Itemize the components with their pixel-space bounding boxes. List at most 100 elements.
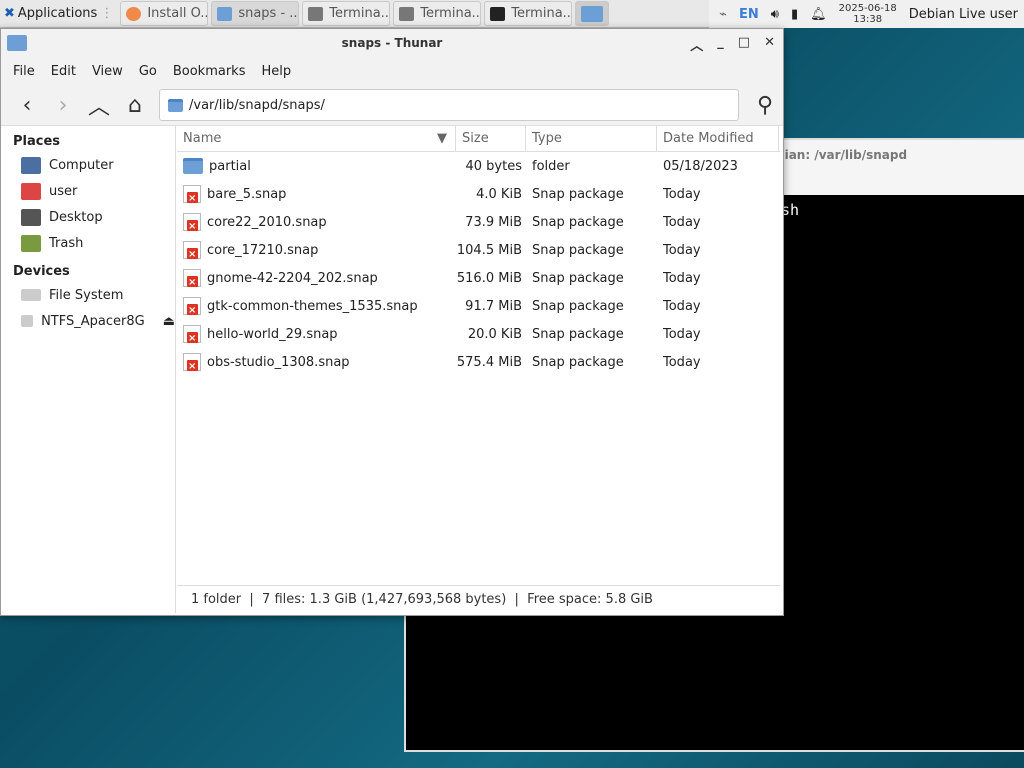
back-button[interactable]: ‹	[11, 89, 43, 121]
file-type: Snap package	[532, 354, 624, 370]
file-name: bare_5.snap	[177, 185, 456, 204]
up-button[interactable]: ︿	[83, 89, 115, 121]
file-size: 73.9 MiB	[465, 214, 522, 230]
menu-edit[interactable]: Edit	[43, 64, 84, 79]
menu-help[interactable]: Help	[253, 64, 299, 79]
snap-file-icon	[183, 269, 201, 288]
column-size[interactable]: Size	[456, 126, 526, 151]
task-thunar[interactable]: snaps - ...	[211, 1, 300, 26]
file-name-label: core22_2010.snap	[207, 214, 327, 230]
file-row[interactable]: gnome-42-2204_202.snap 516.0 MiB Snap pack…	[177, 264, 780, 292]
file-row[interactable]: bare_5.snap 4.0 KiB Snap package Today	[177, 180, 780, 208]
eject-icon[interactable]: ⏏	[163, 314, 175, 329]
status-bar: 1 folder | 7 files: 1.3 GiB (1,427,693,5…	[177, 585, 780, 613]
file-row[interactable]: hello-world_29.snap 20.0 KiB Snap package T…	[177, 320, 780, 348]
sidebar-label: user	[49, 183, 78, 199]
volume-icon[interactable]: 🔊︎	[771, 7, 779, 22]
search-button[interactable]: ⚲	[749, 89, 781, 121]
file-size: 575.4 MiB	[456, 354, 522, 370]
clock[interactable]: 2025-06-18 13:38	[839, 3, 897, 25]
column-label: Size	[462, 131, 489, 146]
file-name: gtk-common-themes_1535.snap	[177, 297, 456, 316]
keyboard-layout[interactable]: EN	[739, 7, 759, 22]
folder-icon	[217, 6, 233, 21]
file-row[interactable]: obs-studio_1308.snap 575.4 MiB Snap packag…	[177, 348, 780, 376]
terminal-icon	[308, 6, 324, 21]
file-row[interactable]: partial 40 bytes folder 05/18/2023	[177, 152, 780, 180]
file-name-label: partial	[209, 158, 251, 174]
sidebar-item-user[interactable]: user	[1, 178, 175, 204]
file-row[interactable]: core22_2010.snap 73.9 MiB Snap package Toda…	[177, 208, 780, 236]
sidebar-item-computer[interactable]: Computer	[1, 152, 175, 178]
file-name-label: core_17210.snap	[207, 242, 319, 258]
file-size: 104.5 MiB	[456, 242, 522, 258]
sidebar-item-trash[interactable]: Trash	[1, 230, 175, 256]
window-title: snaps - Thunar	[341, 36, 443, 50]
places-heading: Places	[13, 134, 61, 149]
file-name-label: bare_5.snap	[207, 186, 287, 202]
notification-icon[interactable]: 🔔︎	[810, 7, 827, 22]
battery-icon[interactable]: ▮	[791, 7, 798, 22]
user-menu[interactable]: Debian Live user	[909, 7, 1018, 22]
task-firefox[interactable]: Install O...	[120, 1, 209, 26]
file-date: Today	[663, 242, 701, 258]
menu-go[interactable]: Go	[131, 64, 165, 79]
task-label: Termina...	[511, 6, 573, 21]
computer-icon	[21, 156, 41, 174]
sidebar-item-desktop[interactable]: Desktop	[1, 204, 175, 230]
forward-button[interactable]: ›	[47, 89, 79, 121]
time: 13:38	[853, 14, 883, 25]
date: 2025-06-18	[838, 3, 897, 14]
home-button[interactable]: ⌂	[119, 89, 151, 121]
show-desktop-button[interactable]	[575, 1, 610, 26]
folder-icon	[183, 158, 203, 174]
file-date: 05/18/2023	[663, 158, 738, 174]
location-bar[interactable]: /var/lib/snapd/snaps/	[159, 89, 739, 121]
thunar-window: snaps - Thunar ︿ _ □ ✕ File Edit View Go Bo…	[0, 28, 784, 616]
snap-file-icon	[183, 353, 201, 372]
trash-icon	[21, 234, 41, 252]
task-terminal-1[interactable]: Termina...	[302, 1, 391, 26]
column-name[interactable]: Name ▼	[177, 126, 456, 151]
file-type: Snap package	[532, 214, 624, 230]
maximize-button[interactable]: □	[738, 35, 750, 54]
sidebar-item-ntfs[interactable]: NTFS_Apacer8G ⏏	[1, 308, 175, 334]
file-name: hello-world_29.snap	[177, 325, 456, 344]
snap-file-icon	[183, 241, 201, 260]
menu-bookmarks[interactable]: Bookmarks	[165, 64, 254, 79]
file-type: Snap package	[532, 326, 624, 342]
file-name-label: obs-studio_1308.snap	[207, 354, 350, 370]
column-type[interactable]: Type	[526, 126, 657, 151]
menu-view[interactable]: View	[84, 64, 131, 79]
sidebar-label: Computer	[49, 157, 114, 173]
task-label: snaps - ...	[238, 6, 300, 21]
toolbar: ‹ › ︿ ⌂ /var/lib/snapd/snaps/ ⚲	[1, 85, 783, 126]
close-button[interactable]: ✕	[764, 35, 775, 54]
file-size: 20.0 KiB	[467, 326, 522, 342]
task-terminal-3[interactable]: Termina...	[484, 1, 573, 26]
file-date: Today	[663, 354, 701, 370]
snap-file-icon	[183, 297, 201, 316]
folder-icon	[7, 35, 27, 51]
task-label: Termina...	[329, 6, 391, 21]
applications-menu[interactable]: ✖ Applications ⋮	[0, 0, 117, 28]
file-list: Name ▼ Size Type Date Modified partial 40 …	[177, 126, 780, 584]
column-date[interactable]: Date Modified	[657, 126, 779, 151]
snap-file-icon	[183, 325, 201, 344]
terminal-icon	[490, 6, 506, 21]
sidebar-item-filesystem[interactable]: File System	[1, 282, 175, 308]
location-path: /var/lib/snapd/snaps/	[189, 97, 325, 113]
task-terminal-2[interactable]: Termina...	[393, 1, 482, 26]
title-bar[interactable]: snaps - Thunar ︿ _ □ ✕	[1, 29, 783, 57]
separator-icon: ⋮	[100, 6, 114, 21]
sort-down-icon: ▼	[437, 131, 447, 146]
usb-icon[interactable]: ⌁	[719, 7, 727, 22]
menu-file[interactable]: File	[5, 64, 43, 79]
file-type: Snap package	[532, 270, 624, 286]
file-type: Snap package	[532, 298, 624, 314]
minimize-button[interactable]: _	[717, 35, 724, 54]
file-row[interactable]: core_17210.snap 104.5 MiB Snap package Toda…	[177, 236, 780, 264]
file-row[interactable]: gtk-common-themes_1535.snap 91.7 MiB Snap …	[177, 292, 780, 320]
devices-heading: Devices	[13, 264, 70, 279]
shade-button[interactable]: ︿	[690, 35, 703, 54]
